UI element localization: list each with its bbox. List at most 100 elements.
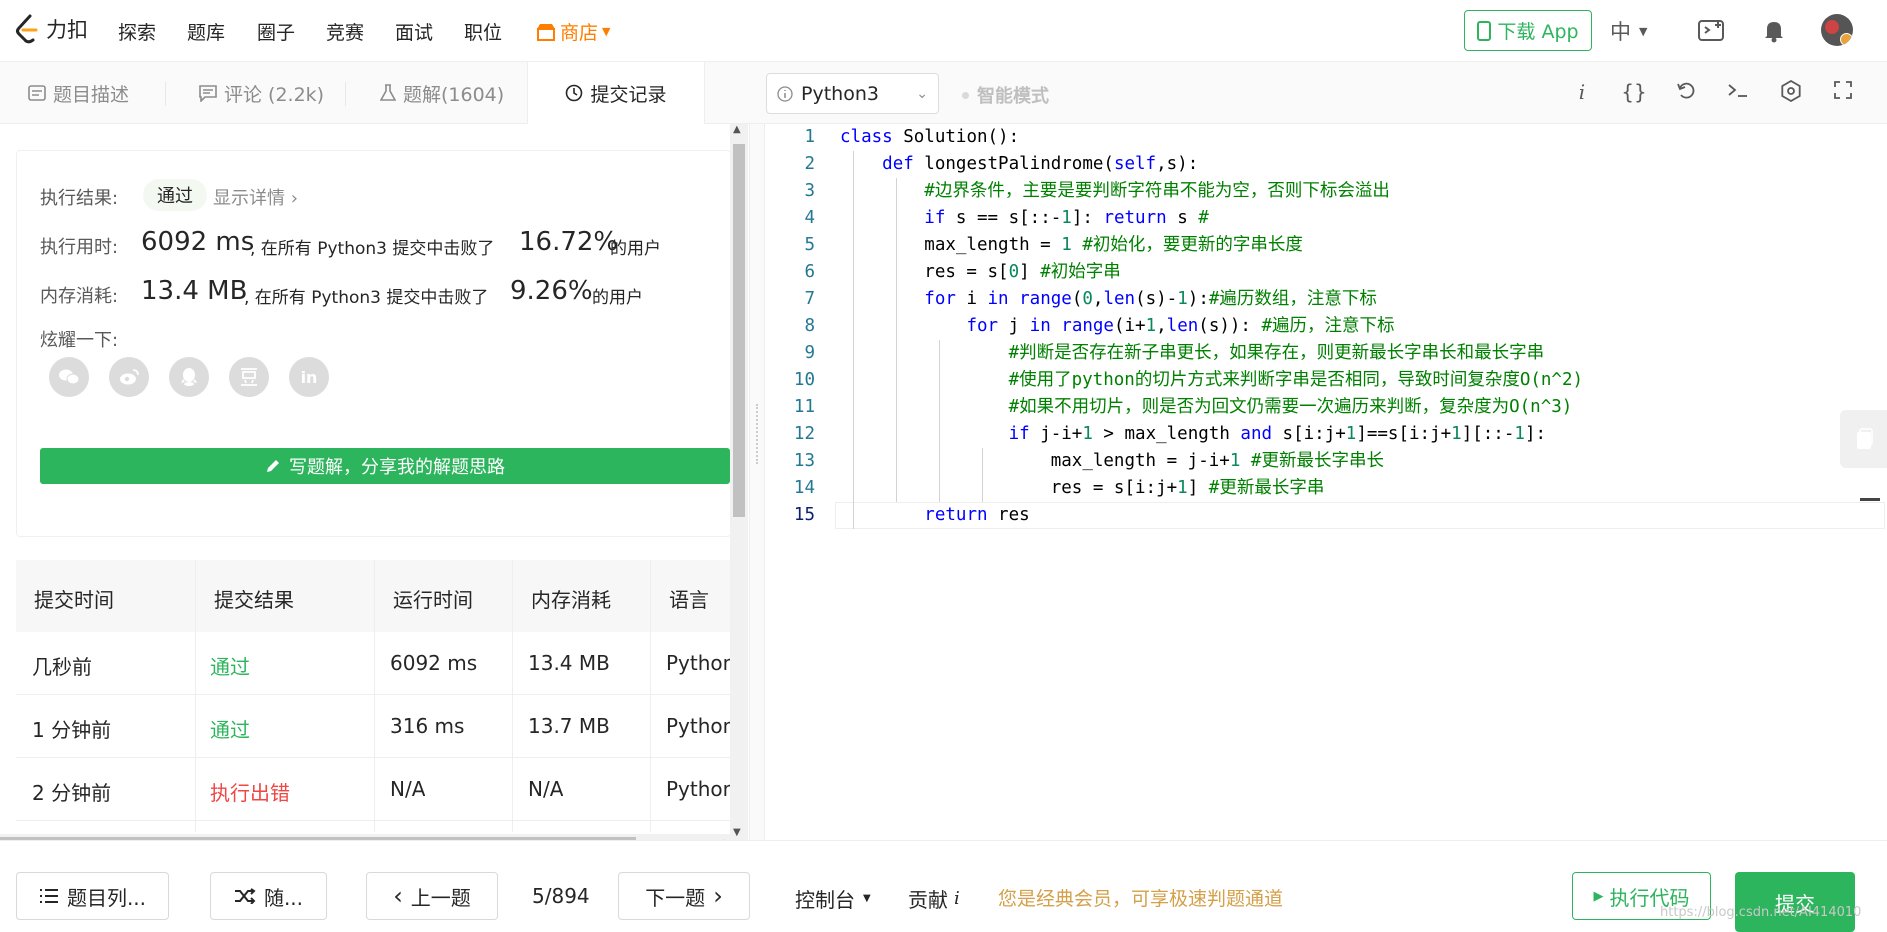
col-language: 语言 [669, 588, 709, 612]
cell-result[interactable]: 通过 [210, 714, 250, 743]
terminal-icon[interactable] [1724, 80, 1752, 104]
status-badge-text: 通过 [157, 186, 193, 207]
fullscreen-icon[interactable] [1829, 80, 1857, 105]
table-row[interactable]: 1 分钟前 通过 316 ms 13.7 MB Python3 [16, 695, 730, 758]
problem-list-label: 题目列... [66, 885, 147, 910]
scrollbar-thumb[interactable] [733, 144, 745, 517]
douban-icon[interactable] [229, 357, 269, 397]
table-row[interactable]: 2 分钟前 执行出错 N/A N/A Python3 [16, 758, 730, 821]
chevron-down-icon: ⌄ [916, 85, 928, 102]
braces-icon[interactable]: {} [1620, 80, 1648, 104]
prev-problem-button[interactable]: ‹ 上一题 [366, 872, 498, 920]
code-line: 5 max_length = 1 #初始化，要更新的字串长度 [804, 235, 1303, 255]
contribute-label: 贡献 [908, 888, 948, 912]
info-italic-icon[interactable]: i [1568, 80, 1596, 104]
bell-icon[interactable] [1759, 16, 1789, 46]
wechat-icon[interactable] [49, 357, 89, 397]
nav-interview[interactable]: 面试 [395, 18, 433, 45]
list-icon [39, 889, 58, 903]
logo-text: 力扣 [46, 18, 88, 42]
tab-comments[interactable]: 评论 (2.2k) [199, 62, 324, 124]
leetcode-logo[interactable]: 力扣 [14, 14, 88, 44]
problem-index: 5/894 [532, 884, 590, 908]
nav-jobs[interactable]: 职位 [464, 18, 502, 45]
smart-mode-toggle[interactable]: 智能模式 [962, 82, 1049, 108]
tab-submissions-label: 提交记录 [590, 83, 667, 106]
scroll-up-icon[interactable]: ▲ [733, 124, 741, 135]
cell-result[interactable]: 通过 [210, 651, 250, 680]
write-solution-label: 写题解，分享我的解题思路 [289, 457, 505, 478]
linkedin-icon[interactable]: in [289, 357, 329, 397]
weibo-icon[interactable] [109, 357, 149, 397]
language-switch[interactable]: 中 ▼ [1610, 16, 1647, 46]
language-select-value: Python3 [801, 82, 879, 105]
memory-tail: 的用户 [592, 288, 643, 308]
memory-beat-text: , 在所有 Python3 提交中击败了 [244, 288, 489, 308]
notes-icon [1856, 428, 1873, 449]
settings-icon[interactable] [1777, 79, 1805, 107]
memory-percentile: 9.26% [510, 276, 593, 306]
random-button[interactable]: 随... [210, 872, 327, 920]
leetcode-logo-icon [16, 14, 38, 44]
code-line: 3 #边界条件，主要是要判断字符串不能为空，否则下标会溢出 [804, 181, 1390, 201]
nav-store[interactable]: 商店 ▼ [536, 18, 610, 45]
watermark: https://blog.csdn.net/AI414010 [1660, 905, 1862, 920]
nav-contest[interactable]: 竞赛 [326, 18, 364, 45]
col-submit-time: 提交时间 [34, 588, 114, 612]
store-icon [537, 23, 555, 41]
vip-notice: 您是经典会员，可享极速判题通道 [998, 888, 1284, 910]
nav-problemset[interactable]: 题库 [187, 18, 225, 45]
reset-icon[interactable] [1672, 80, 1700, 105]
write-solution-button[interactable]: 写题解，分享我的解题思路 [40, 448, 730, 484]
chevron-right-icon: › [713, 882, 723, 910]
code-editor[interactable]: 1 class Solution(): 2 def longestPalindro… [765, 124, 1887, 840]
show-detail-link[interactable]: 显示详情 › [213, 184, 298, 210]
playground-icon[interactable] [1697, 16, 1727, 46]
problem-list-button[interactable]: 题目列... [16, 872, 169, 920]
code-line: 14 res = s[i:j+1] #更新最长字串 [793, 478, 1325, 498]
console-label: 控制台 [795, 888, 855, 912]
indent-guide [939, 340, 940, 502]
code-line: 10 #使用了python的切片方式来判断字串是否相同，导致时间复杂度O(n^2… [793, 370, 1584, 390]
language-select[interactable]: Python3 ⌄ [766, 73, 939, 114]
tab-submissions[interactable]: 提交记录 [527, 62, 705, 124]
code-line: 6 res = s[0] #初始字串 [804, 262, 1121, 282]
download-app-button[interactable]: 下载 App [1464, 10, 1592, 51]
contribute-link[interactable]: 贡献 i [908, 884, 960, 913]
runtime-beat-text: , 在所有 Python3 提交中击败了 [250, 239, 495, 259]
cell-time: 2 分钟前 [32, 781, 112, 805]
code-line: 11 #如果不用切片，则是否为回文仍需要一次遍历来判断，复杂度为O(n^3) [793, 397, 1573, 417]
code-line: 7 for i in range(0,len(s)-1):#遍历数组，注意下标 [804, 289, 1377, 309]
console-toggle[interactable]: 控制台 ▼ [795, 884, 871, 913]
scroll-down-icon[interactable]: ▼ [733, 827, 741, 838]
avatar[interactable] [1821, 14, 1853, 46]
tab-solutions[interactable]: 题解(1604) [380, 62, 504, 124]
next-problem-button[interactable]: 下一题 › [618, 872, 750, 920]
nav-circle[interactable]: 圈子 [257, 18, 295, 45]
qq-icon[interactable] [169, 357, 209, 397]
submit-button[interactable]: 提交 [1735, 872, 1855, 932]
table-row[interactable]: 几秒前 通过 6092 ms 13.4 MB Python3 [16, 632, 730, 695]
vertical-scrollbar[interactable]: ▲ ▼ [730, 124, 748, 840]
next-problem-label: 下一题 [645, 885, 706, 910]
cell-language: Python3 [666, 777, 730, 801]
status-badge: 通过 [143, 179, 207, 211]
clock-icon [566, 84, 583, 102]
runtime-value: 6092 ms [141, 227, 255, 257]
cell-result[interactable]: 执行出错 [210, 777, 290, 806]
code-line: 13 max_length = j-i+1 #更新最长字串长 [793, 451, 1384, 471]
nav-explore[interactable]: 探索 [118, 18, 156, 45]
runtime-percentile: 16.72% [519, 227, 619, 257]
comment-icon [199, 84, 217, 102]
col-memory: 内存消耗 [531, 588, 611, 612]
phone-icon [1477, 20, 1492, 41]
notes-float-button[interactable] [1840, 410, 1887, 468]
panel-resizer[interactable] [749, 124, 765, 840]
column-divider [512, 560, 513, 832]
minimap-marker [1860, 498, 1880, 501]
cell-memory: 13.4 MB [528, 651, 610, 675]
cell-time: 1 分钟前 [32, 718, 112, 742]
play-icon: ▶ [1593, 888, 1604, 904]
table-header: 提交时间 提交结果 运行时间 内存消耗 语言 [16, 560, 730, 632]
tab-description[interactable]: 题目描述 [28, 62, 129, 124]
